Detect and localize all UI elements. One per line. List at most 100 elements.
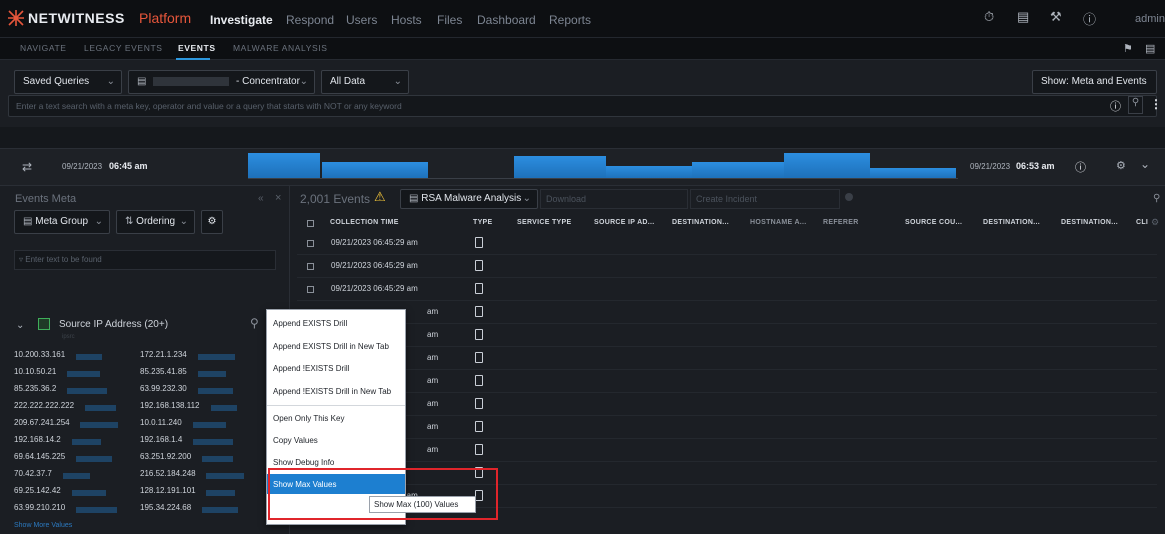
column-header[interactable]: SERVICE TYPE [517, 219, 571, 226]
meta-filter-input[interactable]: ▿ Enter text to be found [14, 250, 276, 270]
timeline-bar-segment[interactable] [248, 153, 320, 179]
table-row[interactable]: am [297, 416, 1157, 439]
meta-value-link[interactable]: 85.235.41.85 [140, 367, 187, 376]
timeline-bar-segment[interactable] [692, 162, 784, 179]
timeline-bar-segment[interactable] [322, 162, 428, 179]
meta-value-link[interactable]: 69.25.142.42 [14, 486, 61, 495]
menu-item-open-only-this-key[interactable]: Open Only This Key [273, 414, 344, 423]
row-checkbox[interactable] [307, 240, 314, 247]
pin-icon[interactable]: ⚑ [1123, 42, 1133, 55]
more-options-icon[interactable]: ⋮ [1150, 97, 1162, 111]
close-icon[interactable]: × [275, 192, 281, 204]
column-header[interactable]: TYPE [473, 219, 492, 226]
expand-timeline-icon[interactable]: ⇄ [22, 160, 32, 174]
ordering-dropdown[interactable]: ⇅ Ordering ⌄ [116, 210, 195, 234]
user-menu[interactable]: admin [1135, 13, 1165, 25]
meta-value-link[interactable]: 69.64.145.225 [14, 452, 65, 461]
table-row[interactable]: am [297, 393, 1157, 416]
document-icon[interactable] [475, 375, 483, 386]
tab-events[interactable]: EVENTS [178, 43, 216, 53]
column-header[interactable]: SOURCE COU... [905, 219, 962, 226]
meta-value-link[interactable]: 128.12.191.101 [140, 486, 196, 495]
help-icon[interactable]: ⓘ [1083, 9, 1096, 28]
meta-value-link[interactable]: 216.52.184.248 [140, 469, 196, 478]
nav-hosts[interactable]: Hosts [391, 13, 422, 27]
meta-settings-button[interactable]: ⚙ [201, 210, 223, 234]
menu-item-append-exists-drill-new-tab[interactable]: Append EXISTS Drill in New Tab [273, 342, 389, 351]
menu-item-copy-values[interactable]: Copy Values [273, 436, 318, 445]
meta-value-link[interactable]: 63.99.232.30 [140, 384, 187, 393]
document-icon[interactable] [475, 306, 483, 317]
timer-icon[interactable]: ⏱ [984, 9, 994, 25]
document-icon[interactable] [475, 352, 483, 363]
nav-users[interactable]: Users [346, 13, 377, 27]
meta-value-link[interactable]: 222.222.222.222 [14, 401, 74, 410]
meta-value-link[interactable]: 172.21.1.234 [140, 350, 187, 359]
meta-value-link[interactable]: 192.168.138.112 [140, 401, 199, 410]
table-row[interactable]: am [297, 324, 1157, 347]
meta-value-link[interactable]: 10.200.33.161 [14, 350, 65, 359]
tab-legacy-events[interactable]: LEGACY EVENTS [84, 43, 163, 53]
meta-value-link[interactable]: 10.10.50.21 [14, 367, 56, 376]
search-icon[interactable]: ⚲ [250, 316, 259, 330]
meta-value-link[interactable]: 85.235.36.2 [14, 384, 56, 393]
list-icon[interactable]: ▤ [1145, 42, 1155, 55]
menu-item-show-debug-info[interactable]: Show Debug Info [273, 458, 334, 467]
notes-icon[interactable]: ▤ [1017, 9, 1029, 25]
search-icon[interactable]: ⚲ [1128, 96, 1143, 114]
document-icon[interactable] [475, 444, 483, 455]
column-header[interactable]: DESTINATION... [1061, 219, 1118, 226]
query-input[interactable]: Enter a text search with a meta key, ope… [8, 95, 1157, 117]
warning-icon[interactable]: ⚠ [374, 189, 386, 205]
meta-value-link[interactable]: 195.34.224.68 [140, 503, 191, 512]
info-icon[interactable]: ⓘ [1075, 159, 1086, 175]
search-icon[interactable]: ⚲ [1153, 193, 1160, 204]
document-icon[interactable] [475, 421, 483, 432]
column-profile-dropdown[interactable]: ▤ RSA Malware Analysis ⌄ [400, 189, 538, 209]
show-mode-dropdown[interactable]: Show: Meta and Events [1032, 70, 1157, 94]
row-checkbox[interactable] [307, 286, 314, 293]
menu-item-append-exists-drill[interactable]: Append EXISTS Drill [273, 319, 347, 328]
table-row[interactable]: 09/21/2023 06:45:29 am [297, 232, 1157, 255]
time-range-dropdown[interactable]: All Data ⌄ [321, 70, 409, 94]
timeline-bar-segment[interactable] [784, 153, 870, 179]
collapse-panel-icon[interactable]: « [258, 193, 264, 204]
select-all-checkbox[interactable] [307, 220, 314, 227]
table-row[interactable]: 09/21/2023 06:45:29 am [297, 278, 1157, 301]
nav-reports[interactable]: Reports [549, 13, 591, 27]
table-row[interactable]: am [297, 347, 1157, 370]
column-header[interactable]: DESTINATION... [983, 219, 1040, 226]
row-checkbox[interactable] [307, 263, 314, 270]
settings-icon[interactable]: ⚙ [1116, 159, 1126, 172]
create-incident-dropdown[interactable]: Create Incident [690, 189, 840, 209]
tab-navigate[interactable]: NAVIGATE [20, 43, 67, 53]
meta-value-link[interactable]: 70.42.37.7 [14, 469, 52, 478]
table-row[interactable]: am [297, 370, 1157, 393]
nav-files[interactable]: Files [437, 13, 462, 27]
column-header[interactable]: REFERER [823, 219, 859, 226]
column-header[interactable]: SOURCE IP AD... [594, 219, 655, 226]
toggle-icon[interactable] [845, 193, 853, 201]
table-row[interactable]: am [297, 439, 1157, 462]
document-icon[interactable] [475, 283, 483, 294]
column-header[interactable]: CLI [1136, 219, 1148, 226]
meta-value-link[interactable]: 192.168.1.4 [140, 435, 182, 444]
tab-malware-analysis[interactable]: MALWARE ANALYSIS [233, 43, 327, 53]
service-dropdown[interactable]: ▤ - Concentrator ⌄ [128, 70, 315, 94]
document-icon[interactable] [475, 329, 483, 340]
nav-dashboard[interactable]: Dashboard [477, 13, 536, 27]
nav-respond[interactable]: Respond [286, 13, 334, 27]
chevron-down-icon[interactable]: ⌄ [16, 320, 24, 331]
download-dropdown[interactable]: Download [540, 189, 688, 209]
show-more-link[interactable]: Show More Values [14, 522, 72, 529]
meta-value-link[interactable]: 192.168.14.2 [14, 435, 61, 444]
document-icon[interactable] [475, 237, 483, 248]
meta-value-link[interactable]: 209.67.241.254 [14, 418, 70, 427]
timeline-bar-segment[interactable] [514, 156, 606, 179]
settings-icon[interactable]: ⚙ [1151, 217, 1159, 228]
meta-value-link[interactable]: 63.251.92.200 [140, 452, 191, 461]
saved-queries-dropdown[interactable]: Saved Queries ⌄ [14, 70, 122, 94]
chevron-down-icon[interactable]: ⌄ [1140, 157, 1150, 171]
column-header[interactable]: HOSTNAME A... [750, 219, 807, 226]
document-icon[interactable] [475, 398, 483, 409]
